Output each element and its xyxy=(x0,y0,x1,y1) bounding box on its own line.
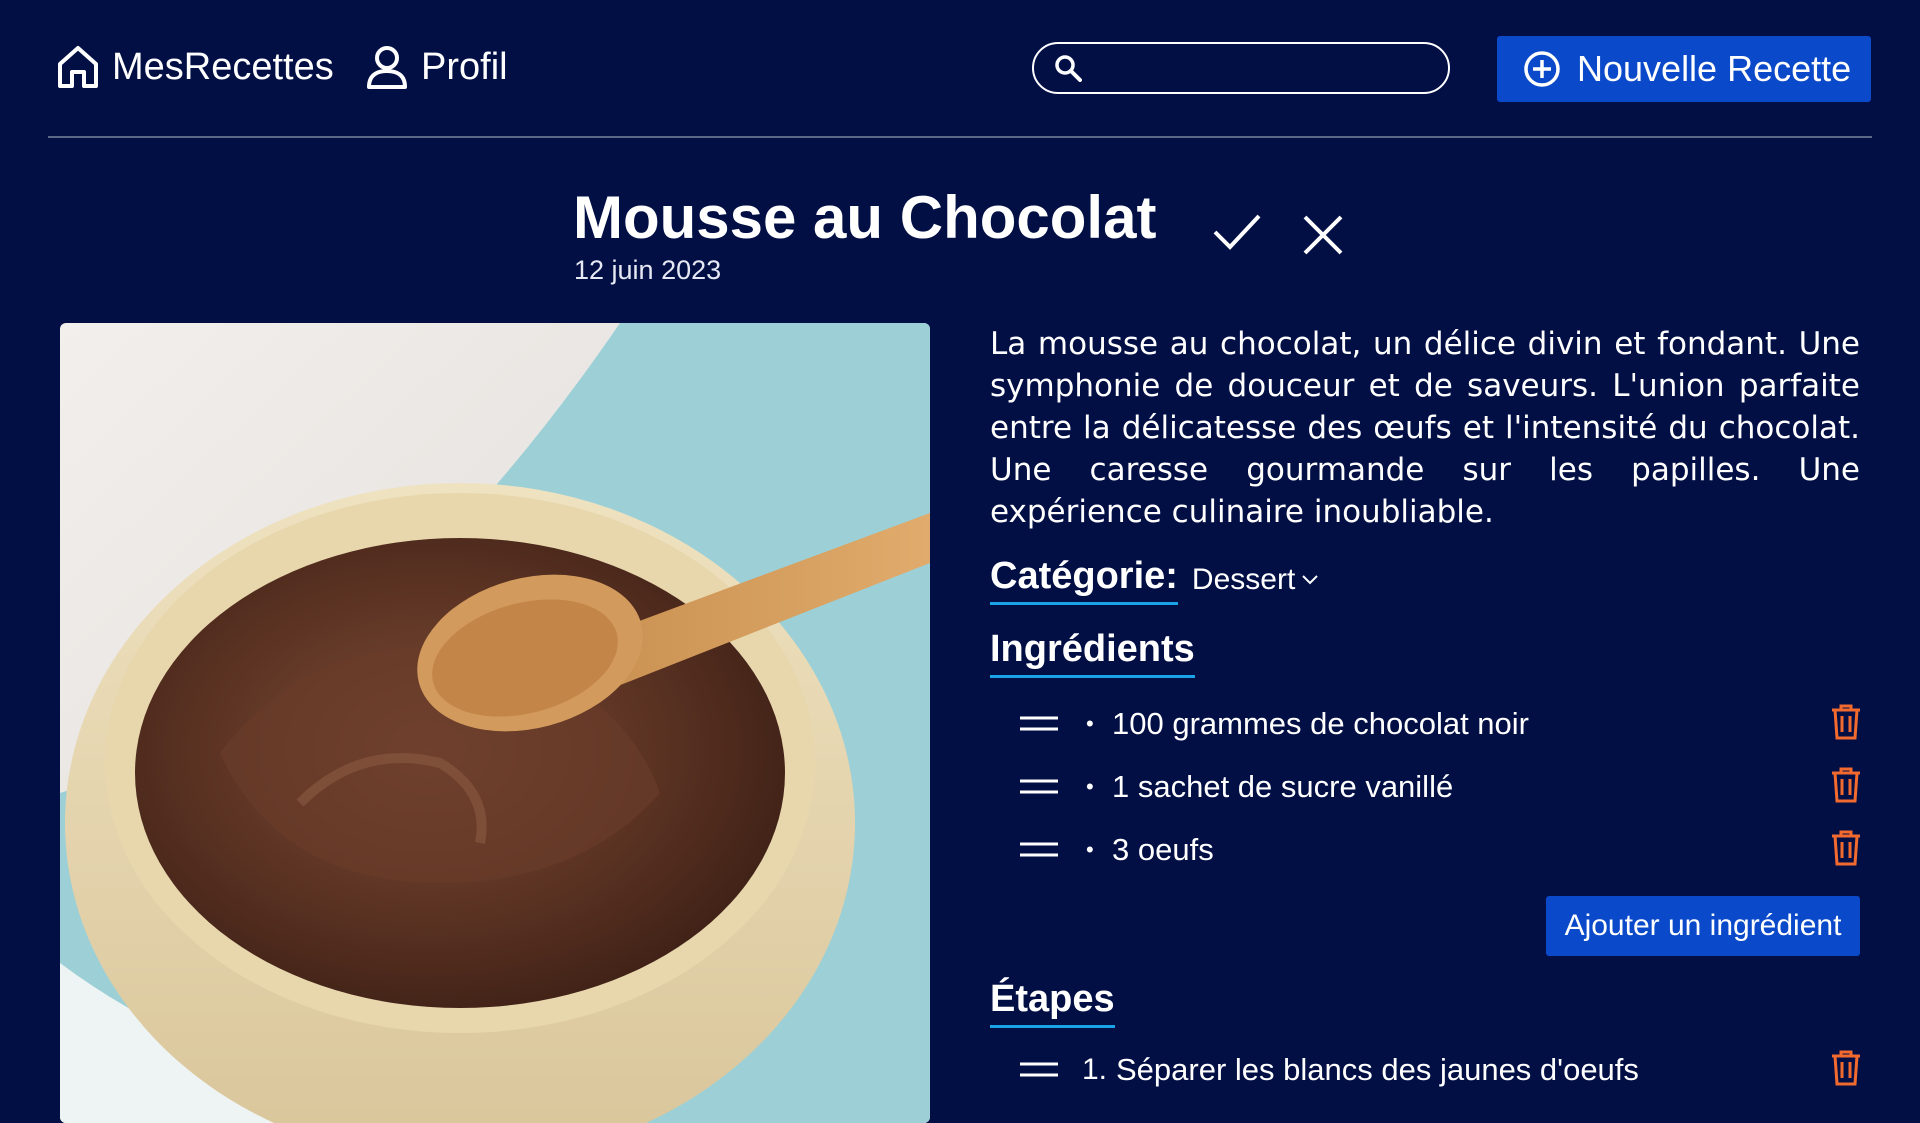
nav-home-label: MesRecettes xyxy=(112,45,334,88)
header-divider xyxy=(48,136,1872,138)
ingredient-text[interactable]: 100 grammes de chocolat noir xyxy=(1112,706,1830,742)
confirm-button[interactable] xyxy=(1212,212,1262,257)
trash-icon[interactable] xyxy=(1830,703,1862,746)
plus-circle-icon xyxy=(1524,51,1560,87)
nav-home-link[interactable]: MesRecettes xyxy=(56,44,334,90)
step-text[interactable]: Séparer les blancs des jaunes d'oeufs xyxy=(1116,1052,1830,1088)
category-select[interactable]: Dessert xyxy=(1192,563,1319,605)
search-input[interactable] xyxy=(1092,53,1426,83)
user-icon xyxy=(367,46,407,89)
nav-profile-link[interactable]: Profil xyxy=(365,44,508,90)
bullet: • xyxy=(1086,774,1094,799)
add-ingredient-button[interactable]: Ajouter un ingrédient xyxy=(1546,896,1860,956)
category-value: Dessert xyxy=(1191,563,1296,596)
ingredients-heading-wrap: Ingrédients xyxy=(990,628,1195,678)
ingredient-row: • 3 oeufs xyxy=(1020,825,1862,875)
home-icon xyxy=(58,46,98,88)
trash-icon[interactable] xyxy=(1830,829,1862,872)
bullet: • xyxy=(1086,837,1094,862)
steps-heading: Étapes xyxy=(990,978,1115,1028)
drag-handle-icon[interactable] xyxy=(1020,772,1066,802)
ingredient-row: • 100 grammes de chocolat noir xyxy=(1020,699,1862,749)
search-icon xyxy=(1055,55,1082,82)
search-box xyxy=(1032,42,1450,94)
drag-handle-icon[interactable] xyxy=(1020,709,1066,739)
ingredient-text[interactable]: 3 oeufs xyxy=(1112,832,1830,868)
recipe-photo[interactable] xyxy=(60,323,930,1123)
recipe-date: 12 juin 2023 xyxy=(574,255,722,285)
close-icon xyxy=(1303,215,1343,255)
recipe-description[interactable]: La mousse au chocolat, un délice divin e… xyxy=(990,323,1860,533)
top-bar: MesRecettes Profil Nouvelle Recette xyxy=(0,0,1920,138)
steps-heading-wrap: Étapes xyxy=(990,978,1115,1028)
step-row: 1. Séparer les blancs des jaunes d'oeufs xyxy=(1020,1045,1862,1095)
trash-icon[interactable] xyxy=(1830,766,1862,809)
recipe-title[interactable]: Mousse au Chocolat xyxy=(573,182,1156,254)
ingredient-text[interactable]: 1 sachet de sucre vanillé xyxy=(1112,769,1830,805)
category-label: Catégorie: xyxy=(990,555,1178,605)
bullet: • xyxy=(1086,711,1094,736)
ingredients-heading: Ingrédients xyxy=(990,628,1195,678)
recipe-image xyxy=(60,323,930,1123)
new-recipe-button[interactable]: Nouvelle Recette xyxy=(1497,36,1871,102)
drag-handle-icon[interactable] xyxy=(1020,835,1066,865)
trash-icon[interactable] xyxy=(1830,1049,1862,1092)
chevron-down-icon xyxy=(1302,575,1318,585)
cancel-button[interactable] xyxy=(1302,214,1344,261)
check-icon xyxy=(1213,214,1261,250)
ingredient-row: • 1 sachet de sucre vanillé xyxy=(1020,762,1862,812)
nav-profile-label: Profil xyxy=(421,45,508,88)
step-number: 1. xyxy=(1082,1053,1108,1086)
category-row: Catégorie: Dessert xyxy=(990,555,1319,605)
new-recipe-label: Nouvelle Recette xyxy=(1577,48,1852,89)
drag-handle-icon[interactable] xyxy=(1020,1055,1066,1085)
